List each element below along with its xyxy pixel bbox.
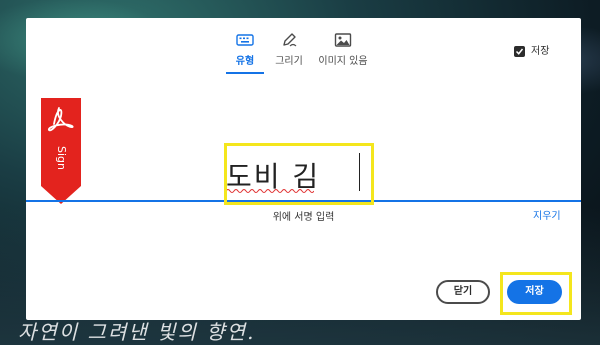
active-tab-indicator [226, 72, 264, 74]
save-highlight-box [500, 272, 572, 315]
image-icon [334, 33, 352, 47]
pen-draw-icon [283, 33, 297, 47]
signature-mode-tabs: 유형 그리기 이미지 있음 [26, 18, 581, 78]
clear-button[interactable]: 지우기 [533, 207, 561, 222]
tab-type[interactable]: 유형 [226, 28, 264, 74]
close-button[interactable]: 닫기 [436, 280, 490, 304]
background-caption: 자연이 그려낸 빛의 향연. [18, 320, 256, 344]
tab-draw-label: 그리기 [275, 56, 303, 67]
save-signature-label: 저장 [531, 46, 550, 57]
save-signature-checkbox[interactable]: 저장 [514, 42, 549, 57]
tab-image[interactable]: 이미지 있음 [315, 28, 371, 74]
acrobat-sign-ribbon: Sign [41, 98, 81, 204]
ribbon-label: Sign [55, 146, 68, 170]
checkbox-checked-icon[interactable] [514, 45, 525, 57]
tab-type-label: 유형 [235, 56, 255, 67]
tab-image-label: 이미지 있음 [318, 56, 368, 67]
keyboard-icon [236, 34, 254, 46]
tab-draw[interactable]: 그리기 [269, 28, 309, 74]
signature-hint: 위에 서명 입력 [272, 212, 335, 223]
signature-highlight-box [224, 143, 374, 205]
